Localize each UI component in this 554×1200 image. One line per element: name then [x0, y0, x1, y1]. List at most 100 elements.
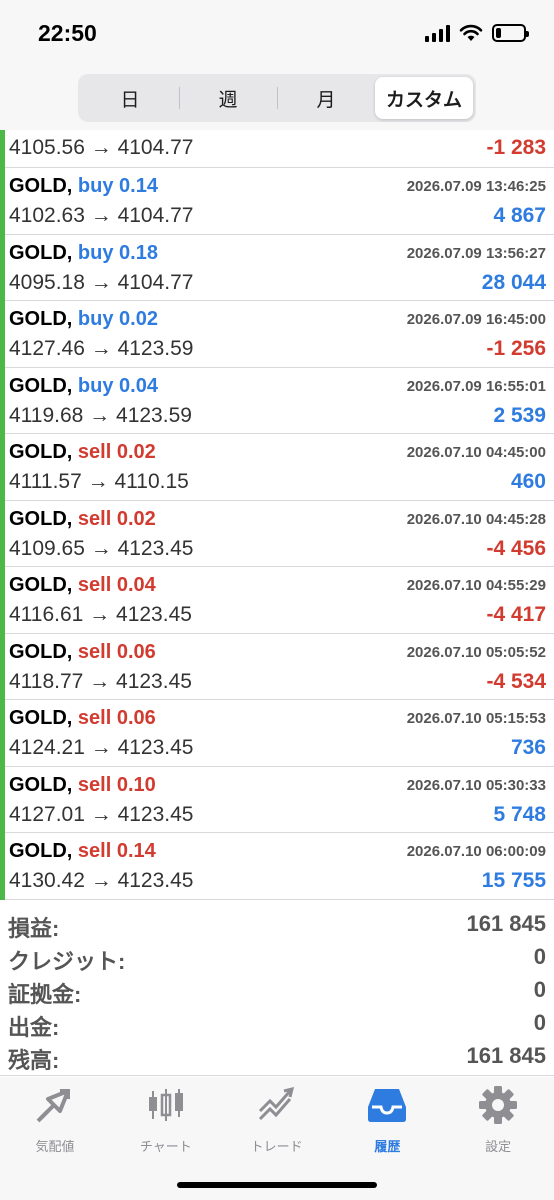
deal-row[interactable]: GOLD, buy 0.14 2026.07.09 13:46:25 4102.63… — [5, 168, 554, 235]
deal-time: 2026.07.09 16:45:00 — [406, 311, 546, 328]
deal-symbol-name: GOLD, — [9, 707, 73, 729]
deal-symbol: GOLD, buy 0.04 — [9, 375, 158, 398]
summary-value: 161 845 — [466, 1043, 546, 1068]
status-bar: 22:50 — [0, 0, 554, 70]
tab-label: チャート — [139, 1139, 192, 1154]
summary-value: 0 — [533, 944, 546, 969]
segment-2[interactable]: 月 — [277, 77, 375, 119]
deal-prices: 4095.18 → 4104.77 — [9, 270, 194, 294]
deal-profit: 15 755 — [481, 869, 546, 892]
deal-symbol: GOLD, sell 0.04 — [9, 574, 156, 597]
deal-time: 2026.07.10 05:05:52 — [406, 643, 546, 661]
deal-side-lot: buy 0.18 — [77, 241, 158, 264]
deal-prices: 4127.46 → 4123.59 — [9, 337, 194, 360]
deal-symbol: GOLD, sell 0.14 — [9, 840, 156, 863]
deal-symbol-name: GOLD, — [9, 374, 73, 397]
deal-time: 2026.07.10 04:55:29 — [406, 577, 546, 594]
tab-1[interactable]: チャート — [111, 1085, 221, 1155]
header: 日週月カスタム — [0, 70, 554, 130]
chart-icon — [145, 1085, 187, 1130]
deal-side-lot: buy 0.14 — [77, 175, 158, 197]
deal-row[interactable]: GOLD, sell 0.06 2026.07.10 05:15:53 4124.2… — [5, 700, 554, 767]
summary-value: 0 — [533, 977, 546, 1002]
deal-profit: -1 283 — [486, 136, 546, 159]
account-summary: 損益: 161 845 クレジット: 0 証拠金: 0 出金: 0 残高: 161 845 — [0, 900, 554, 1076]
deal-time: 2026.07.10 04:45:00 — [406, 444, 546, 461]
deal-symbol: GOLD, sell 0.10 — [9, 774, 156, 797]
status-icons — [425, 24, 529, 42]
deal-profit: 2 539 — [493, 403, 546, 427]
deal-symbol-name: GOLD, — [9, 308, 73, 330]
deal-profit: -1 256 — [486, 337, 546, 360]
deal-prices: 4130.42 → 4123.45 — [9, 869, 194, 892]
deal-history-list[interactable]: 4105.56 → 4104.77 -1 283 GOLD, buy 0.14 202… — [0, 130, 554, 900]
summary-row: 出金: 0 — [0, 1007, 554, 1040]
deal-prices: 4127.01 → 4123.45 — [9, 802, 194, 826]
trade-icon — [256, 1085, 298, 1130]
deal-time: 2026.07.09 13:46:25 — [406, 178, 546, 195]
deal-time: 2026.07.09 16:55:01 — [406, 377, 546, 395]
deal-row[interactable]: GOLD, buy 0.02 2026.07.09 16:45:00 4127.46… — [5, 301, 554, 368]
summary-row: クレジット: 0 — [0, 941, 554, 974]
summary-row: 損益: 161 845 — [0, 908, 554, 941]
segment-1[interactable]: 週 — [179, 77, 277, 119]
deal-prices: 4116.61 → 4123.45 — [9, 603, 192, 626]
home-indicator — [177, 1182, 377, 1188]
deal-symbol: GOLD, buy 0.14 — [9, 175, 158, 198]
summary-value: 161 845 — [466, 911, 546, 936]
deal-prices: 4118.77 → 4123.45 — [9, 669, 192, 693]
deal-side-lot: buy 0.04 — [77, 374, 158, 397]
deal-symbol: GOLD, sell 0.02 — [9, 508, 156, 531]
tab-3[interactable]: 履歴 — [332, 1085, 442, 1155]
tab-0[interactable]: 気配値 — [0, 1085, 110, 1155]
deal-row[interactable]: 4105.56 → 4104.77 -1 283 — [5, 130, 554, 168]
deal-profit: 5 748 — [493, 802, 546, 826]
deal-row[interactable]: GOLD, buy 0.04 2026.07.09 16:55:01 4119.68… — [5, 368, 554, 434]
deal-symbol: GOLD, sell 0.02 — [9, 441, 156, 464]
deal-row[interactable]: GOLD, sell 0.02 2026.07.10 04:45:28 4109.6… — [5, 501, 554, 567]
deal-time: 2026.07.10 06:00:09 — [406, 843, 546, 860]
deal-row[interactable]: GOLD, sell 0.10 2026.07.10 05:30:33 4127.0… — [5, 767, 554, 833]
summary-label: 損益: — [8, 916, 60, 941]
deal-side-lot: sell 0.14 — [77, 840, 156, 862]
deal-profit: -4 534 — [486, 669, 546, 693]
deal-symbol: GOLD, buy 0.02 — [9, 308, 158, 331]
deal-symbol: GOLD, sell 0.06 — [9, 641, 156, 664]
deal-symbol-name: GOLD, — [9, 640, 73, 663]
battery-icon — [492, 24, 529, 42]
tab-4[interactable]: 設定 — [443, 1085, 553, 1155]
deal-symbol-name: GOLD, — [9, 840, 73, 862]
deal-row[interactable]: GOLD, sell 0.04 2026.07.10 04:55:29 4116.6… — [5, 567, 554, 634]
deal-profit: 736 — [510, 736, 546, 759]
summary-label: クレジット: — [8, 949, 126, 974]
deal-symbol-name: GOLD, — [9, 773, 73, 796]
settings-icon — [477, 1085, 519, 1130]
deal-row[interactable]: GOLD, buy 0.18 2026.07.09 13:56:27 4095.18… — [5, 235, 554, 301]
status-time: 22:50 — [38, 20, 97, 46]
tab-2[interactable]: トレード — [222, 1085, 332, 1155]
deal-profit: 28 044 — [481, 270, 546, 294]
tab-label: トレード — [250, 1139, 303, 1154]
deal-prices: 4102.63 → 4104.77 — [9, 204, 194, 227]
deal-row[interactable]: GOLD, sell 0.06 2026.07.10 05:05:52 4118.7… — [5, 634, 554, 700]
summary-row: 証拠金: 0 — [0, 974, 554, 1007]
summary-value: 0 — [533, 1010, 546, 1035]
battery-level — [496, 28, 502, 38]
deal-symbol-name: GOLD, — [9, 241, 73, 264]
deal-time: 2026.07.10 05:15:53 — [406, 710, 546, 727]
deal-side-lot: sell 0.02 — [77, 507, 156, 530]
segment-0[interactable]: 日 — [81, 77, 179, 119]
deal-prices: 4119.68 → 4123.59 — [9, 403, 192, 427]
deal-symbol: GOLD, buy 0.18 — [9, 242, 158, 265]
deal-prices: 4111.57 → 4110.15 — [9, 470, 189, 493]
deal-symbol: GOLD, sell 0.06 — [9, 707, 156, 730]
deal-side-lot: sell 0.02 — [77, 441, 156, 463]
deal-profit: -4 456 — [486, 536, 546, 560]
deal-row[interactable]: GOLD, sell 0.02 2026.07.10 04:45:00 4111.5… — [5, 434, 554, 501]
deal-symbol-name: GOLD, — [9, 574, 73, 596]
deal-row[interactable]: GOLD, sell 0.14 2026.07.10 06:00:09 4130.4… — [5, 833, 554, 900]
deal-side-lot: sell 0.10 — [77, 773, 156, 796]
segment-3[interactable]: カスタム — [375, 77, 473, 119]
deal-symbol-name: GOLD, — [9, 175, 73, 197]
deal-symbol-name: GOLD, — [9, 507, 73, 530]
